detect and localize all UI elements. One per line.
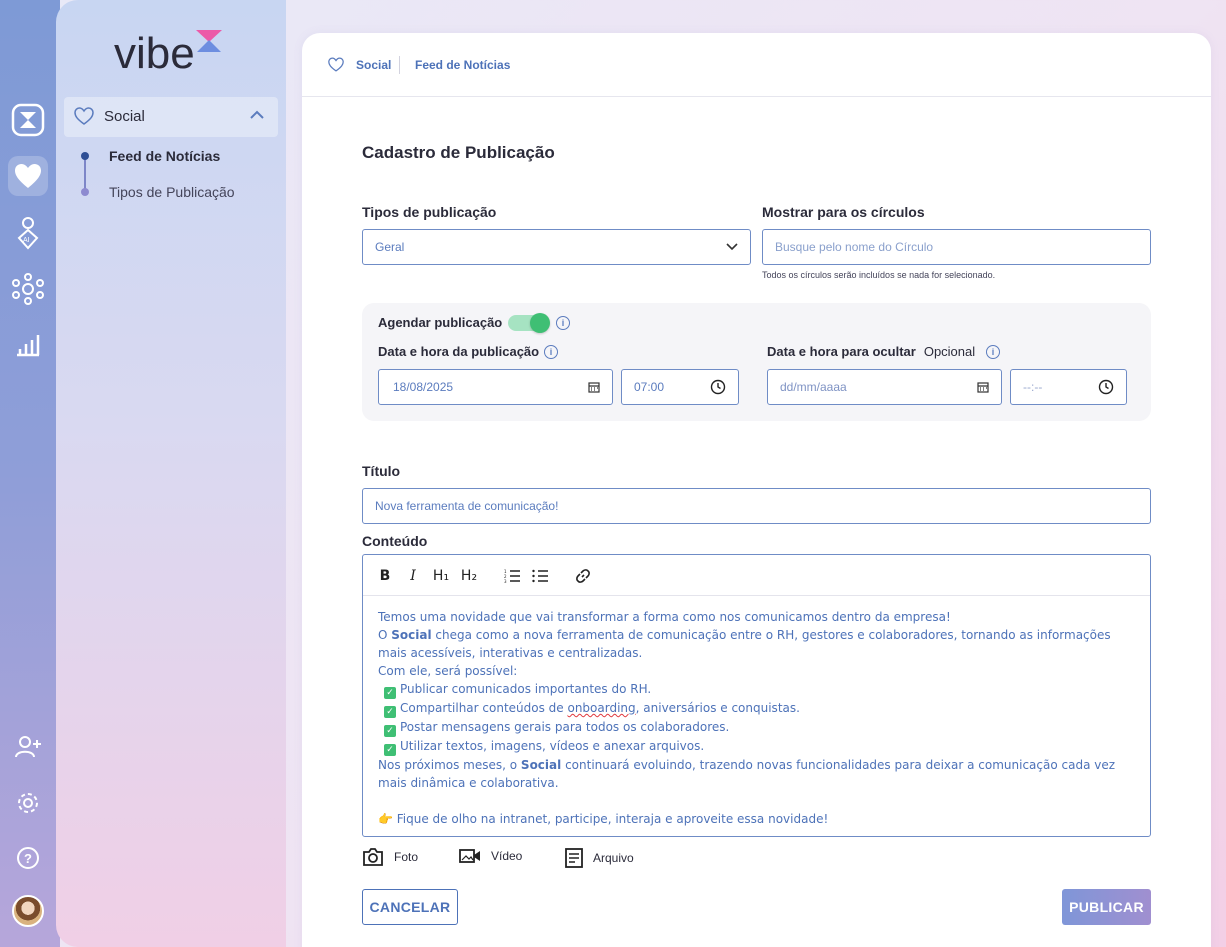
schedule-toggle[interactable]: [508, 313, 550, 333]
link-button[interactable]: [573, 566, 593, 586]
breadcrumb-social[interactable]: Social: [356, 58, 391, 72]
checklist-item: ✓ Publicar comunicados importantes do RH.: [378, 680, 1138, 699]
file-icon: [565, 848, 583, 868]
tree-dot: [81, 188, 89, 196]
calendar-icon[interactable]: [588, 381, 600, 393]
bullet-list-icon: [532, 569, 548, 583]
ai-person-icon[interactable]: AI: [8, 213, 48, 253]
publish-button[interactable]: PUBLICAR: [1062, 889, 1151, 925]
bar-chart-icon[interactable]: [8, 324, 48, 364]
sidebar-item-feed[interactable]: Feed de Notícias: [109, 148, 220, 164]
publish-time-input[interactable]: 07:00: [621, 369, 739, 405]
title-input[interactable]: Nova ferramenta de comunicação!: [362, 488, 1151, 524]
attach-video-button[interactable]: Vídeo: [459, 848, 522, 864]
checklist-item: ✓ Compartilhar conteúdos de onboarding, a…: [378, 699, 1138, 718]
svg-text:vibe: vibe: [114, 29, 195, 74]
info-icon[interactable]: i: [986, 345, 1000, 359]
bold-button[interactable]: B: [375, 566, 395, 586]
vibe-logo: vibe: [114, 28, 226, 79]
editor-toolbar: B I H₁ H₂ 123: [363, 555, 1150, 596]
h2-button[interactable]: H₂: [459, 566, 479, 586]
sidebar: vibe Social Feed de Notícias Tipos de Pu…: [56, 0, 286, 947]
publish-date-input[interactable]: 18/08/2025: [378, 369, 613, 405]
heart-icon[interactable]: [8, 156, 48, 196]
gear-icon[interactable]: [8, 783, 48, 823]
breadcrumb: Social Feed de Notícias: [302, 33, 1211, 97]
content-line: 👉 Fique de olho na intranet, participe, …: [378, 812, 829, 826]
svg-text:3: 3: [504, 579, 507, 583]
video-icon: [459, 849, 480, 863]
info-icon[interactable]: i: [544, 345, 558, 359]
optional-tag: Opcional: [923, 344, 976, 359]
clock-icon[interactable]: [1098, 379, 1114, 395]
title-label: Título: [362, 463, 401, 479]
ordered-list-icon: 123: [504, 569, 520, 583]
type-select-value: Geral: [375, 240, 405, 254]
svg-text:?: ?: [24, 851, 32, 866]
cancel-button[interactable]: CANCELAR: [362, 889, 458, 925]
circles-hint: Todos os círculos serão incluídos se nad…: [762, 270, 996, 280]
hide-datetime-label: Data e hora para ocultar Opcional: [767, 344, 976, 359]
heart-icon: [328, 57, 344, 72]
icon-rail: AI ?: [0, 0, 60, 947]
help-icon[interactable]: ?: [8, 838, 48, 878]
check-icon: ✓: [384, 706, 396, 718]
circles-search-input[interactable]: [762, 229, 1151, 265]
sidebar-group-social[interactable]: Social: [64, 97, 278, 137]
avatar[interactable]: [12, 895, 44, 927]
circles-label: Mostrar para os círculos: [762, 204, 925, 220]
ordered-list-button[interactable]: 123: [502, 566, 522, 586]
attach-file-button[interactable]: Arquivo: [565, 848, 634, 868]
sidebar-group-label: Social: [104, 108, 145, 125]
hide-date-input[interactable]: dd/mm/aaaa: [767, 369, 1002, 405]
chevron-down-icon: [726, 243, 738, 251]
spellcheck-word: onboarding: [567, 701, 636, 715]
tree-dot-active: [81, 152, 89, 160]
check-icon: ✓: [384, 744, 396, 756]
content-line: Com ele, será possível:: [378, 664, 518, 678]
calendar-icon[interactable]: [977, 381, 989, 393]
sidebar-item-tipos[interactable]: Tipos de Publicação: [109, 184, 235, 200]
type-label: Tipos de publicação: [362, 204, 497, 220]
clock-icon[interactable]: [710, 379, 726, 395]
info-icon[interactable]: i: [556, 316, 570, 330]
schedule-section: Agendar publicação i Data e hora da publ…: [362, 303, 1151, 421]
italic-button[interactable]: I: [403, 566, 423, 586]
heart-icon: [74, 107, 94, 125]
schedule-label: Agendar publicação: [378, 315, 503, 330]
link-icon: [576, 569, 590, 583]
main-card: Social Feed de Notícias Cadastro de Publ…: [302, 33, 1211, 947]
attach-photo-button[interactable]: Foto: [362, 848, 418, 866]
rich-text-editor[interactable]: B I H₁ H₂ 123 Temos uma novidade que vai…: [362, 554, 1151, 837]
check-icon: ✓: [384, 725, 396, 737]
checklist-item: ✓ Postar mensagens gerais para todos os c…: [378, 718, 1138, 737]
content-line: Temos uma novidade que vai transformar a…: [378, 610, 951, 624]
hourglass-icon[interactable]: [8, 100, 48, 140]
add-user-icon[interactable]: [8, 727, 48, 767]
breadcrumb-separator: [399, 56, 400, 74]
svg-text:AI: AI: [23, 237, 30, 244]
checklist-item: ✓ Utilizar textos, imagens, vídeos e anex…: [378, 737, 1138, 756]
hide-time-input[interactable]: --:--: [1010, 369, 1127, 405]
h1-button[interactable]: H₁: [431, 566, 451, 586]
page-title: Cadastro de Publicação: [362, 143, 555, 162]
type-select[interactable]: Geral: [362, 229, 751, 265]
publish-datetime-label: Data e hora da publicação: [378, 344, 540, 359]
network-icon[interactable]: [8, 269, 48, 309]
bullet-list-button[interactable]: [530, 566, 550, 586]
breadcrumb-feed[interactable]: Feed de Notícias: [415, 58, 510, 72]
check-icon: ✓: [384, 687, 396, 699]
content-label: Conteúdo: [362, 533, 428, 549]
content-line: Nos próximos meses, o Social continuará …: [378, 758, 1116, 790]
editor-content[interactable]: Temos uma novidade que vai transformar a…: [378, 608, 1138, 828]
content-line: O Social chega como a nova ferramenta de…: [378, 628, 1111, 660]
chevron-up-icon[interactable]: [250, 110, 264, 120]
camera-icon: [363, 848, 383, 866]
